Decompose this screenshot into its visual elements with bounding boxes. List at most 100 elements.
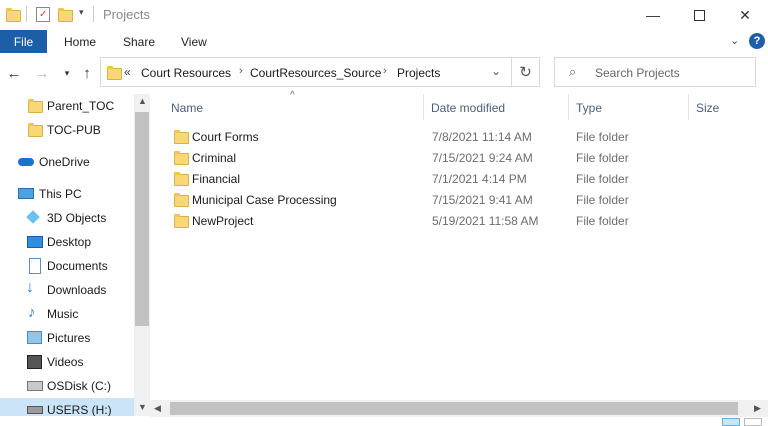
minimize-button[interactable]: —: [630, 0, 676, 30]
file-date: 7/15/2021 9:41 AM: [432, 193, 533, 207]
properties-icon[interactable]: ✓: [36, 7, 50, 22]
help-icon[interactable]: ?: [749, 33, 765, 49]
ribbon: File Home Share View ⌄ ?: [0, 30, 768, 53]
recent-locations-icon[interactable]: ▾: [56, 57, 78, 89]
cloud-icon: [18, 158, 34, 166]
nav-item-3d-objects[interactable]: 3D Objects: [0, 206, 134, 230]
scroll-down-icon[interactable]: ▼: [138, 402, 147, 412]
nav-item-documents[interactable]: Documents: [0, 254, 134, 278]
tab-view[interactable]: View: [181, 30, 207, 53]
customize-qat-icon[interactable]: ▾: [79, 7, 84, 18]
file-name: Court Forms: [192, 130, 259, 144]
divider: [93, 6, 94, 22]
file-type: File folder: [576, 214, 629, 228]
expand-ribbon-icon[interactable]: ⌄: [730, 34, 739, 47]
file-name: Financial: [192, 172, 241, 186]
nav-item-music[interactable]: ♪ Music: [0, 302, 134, 326]
desktop-icon: [27, 236, 43, 248]
horizontal-scrollbar[interactable]: ◀ ▶: [150, 400, 768, 417]
navigation-pane: Parent_TOC TOC-PUB OneDrive This PC 3D O…: [0, 94, 150, 416]
up-button[interactable]: ↑: [76, 57, 98, 89]
scroll-thumb[interactable]: [135, 112, 149, 326]
table-row[interactable]: NewProject 5/19/2021 11:58 AM File folde…: [170, 210, 650, 231]
breadcrumb-courtresources-source[interactable]: CourtResources_Source: [250, 66, 381, 80]
cube-icon: [26, 210, 40, 224]
search-box[interactable]: ⌕ Search Projects: [554, 57, 756, 87]
search-icon: ⌕: [569, 64, 577, 79]
table-row[interactable]: Criminal 7/15/2021 9:24 AM File folder: [170, 147, 650, 168]
nav-label: Videos: [47, 355, 84, 369]
title-bar: ✓ ▾ Projects — ✕: [0, 0, 768, 30]
column-header-name[interactable]: Name: [171, 101, 203, 115]
chevron-down-icon[interactable]: ⌄: [491, 64, 501, 78]
scroll-left-icon[interactable]: ◀: [154, 403, 161, 414]
nav-label: This PC: [39, 187, 82, 201]
file-date: 7/15/2021 9:24 AM: [432, 151, 533, 165]
breadcrumb-projects[interactable]: Projects: [397, 66, 440, 80]
folder-icon: [174, 193, 189, 207]
chevron-right-icon[interactable]: ›: [239, 65, 243, 77]
file-type: File folder: [576, 151, 629, 165]
folder-icon: [174, 214, 189, 228]
table-row[interactable]: Court Forms 7/8/2021 11:14 AM File folde…: [170, 126, 650, 147]
file-list: ^ Name Date modified Type Size Court For…: [150, 90, 768, 404]
folder-icon: [107, 66, 122, 80]
nav-label: Desktop: [47, 235, 92, 249]
folder-icon: [174, 130, 189, 144]
scroll-up-icon[interactable]: ▲: [138, 96, 147, 106]
column-divider[interactable]: [688, 94, 689, 120]
scroll-right-icon[interactable]: ▶: [754, 403, 761, 414]
file-date: 7/8/2021 11:14 AM: [432, 130, 532, 144]
table-row[interactable]: Municipal Case Processing 7/15/2021 9:41…: [170, 189, 650, 210]
nav-item-desktop[interactable]: Desktop: [0, 230, 134, 254]
file-date: 7/1/2021 4:14 PM: [432, 172, 527, 186]
folder-icon: [6, 8, 21, 22]
nav-item-videos[interactable]: Videos: [0, 350, 134, 374]
column-divider[interactable]: [423, 94, 424, 120]
videos-icon: [27, 355, 42, 369]
tab-home[interactable]: Home: [64, 30, 96, 53]
tab-file[interactable]: File: [0, 30, 47, 53]
nav-item-users-h[interactable]: USERS (H:): [0, 398, 134, 416]
file-type: File folder: [576, 172, 629, 186]
new-folder-icon[interactable]: [58, 8, 73, 22]
column-header-date[interactable]: Date modified: [431, 101, 505, 115]
close-button[interactable]: ✕: [722, 0, 768, 30]
column-header-type[interactable]: Type: [576, 101, 602, 115]
tab-share[interactable]: Share: [123, 30, 155, 53]
file-name: NewProject: [192, 214, 254, 228]
nav-item-downloads[interactable]: ↓ Downloads: [0, 278, 134, 302]
column-divider[interactable]: [568, 94, 569, 120]
breadcrumb-court-resources[interactable]: Court Resources: [141, 66, 231, 80]
nav-label: Pictures: [47, 331, 91, 345]
file-date: 5/19/2021 11:58 AM: [432, 214, 539, 228]
nav-item-toc-pub[interactable]: TOC-PUB: [0, 118, 134, 142]
nav-item-pictures[interactable]: Pictures: [0, 326, 134, 350]
table-row[interactable]: Financial 7/1/2021 4:14 PM File folder: [170, 168, 650, 189]
nav-label: OSDisk (C:): [47, 379, 111, 393]
nav-item-osdisk[interactable]: OSDisk (C:): [0, 374, 134, 398]
nav-item-parent-toc[interactable]: Parent_TOC: [0, 94, 134, 118]
forward-button[interactable]: →: [31, 57, 53, 89]
pictures-icon: [27, 331, 42, 344]
address-row: ← → ▾ ↑ « Court Resources › CourtResourc…: [0, 57, 768, 89]
search-placeholder[interactable]: Search Projects: [595, 66, 680, 80]
documents-icon: [29, 258, 41, 274]
nav-item-onedrive[interactable]: OneDrive: [0, 150, 134, 174]
nav-scrollbar[interactable]: ▲ ▼: [134, 94, 150, 416]
sort-up-icon: ^: [290, 90, 295, 101]
scroll-thumb[interactable]: [170, 402, 738, 415]
refresh-button[interactable]: ↻: [512, 57, 540, 87]
music-icon: ♪: [28, 304, 36, 321]
overflow-chevron[interactable]: «: [124, 65, 131, 79]
network-drive-icon: [27, 406, 43, 414]
status-bar: [0, 417, 768, 426]
nav-label: Parent_TOC: [47, 99, 115, 113]
nav-item-this-pc[interactable]: This PC: [0, 182, 134, 206]
divider: [26, 6, 27, 22]
back-button[interactable]: ←: [3, 57, 25, 89]
chevron-right-icon[interactable]: ›: [383, 65, 387, 77]
address-bar[interactable]: « Court Resources › CourtResources_Sourc…: [100, 57, 512, 87]
maximize-button[interactable]: [676, 0, 722, 30]
column-header-size[interactable]: Size: [696, 101, 719, 115]
